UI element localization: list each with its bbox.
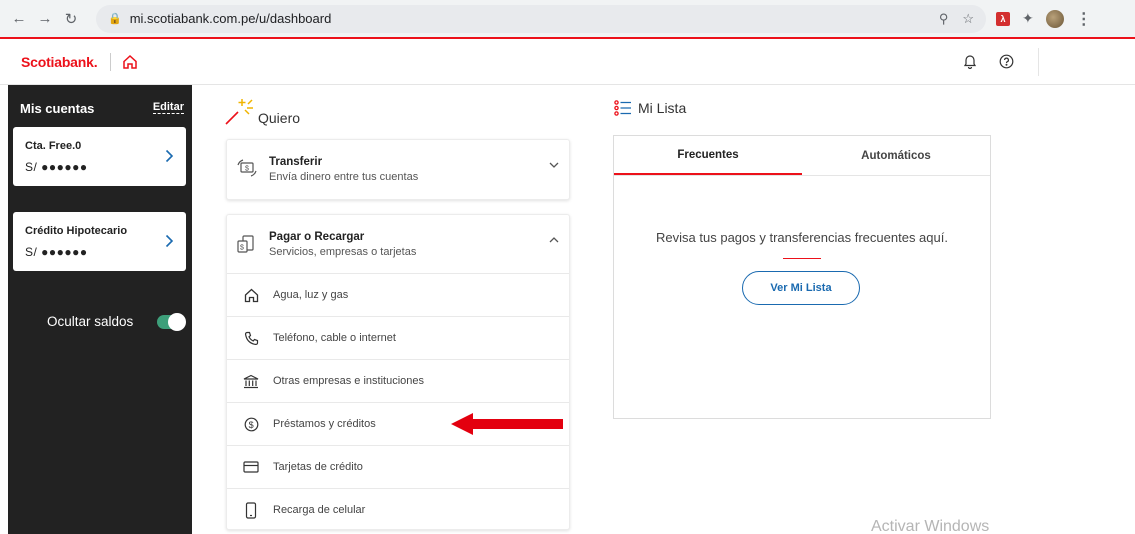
option-label: Teléfono, cable o internet [273,332,396,344]
transfer-money-icon: $ [237,159,261,177]
mi-lista-heading: Mi Lista [614,100,686,116]
hide-balances-row: Ocultar saldos [47,312,187,331]
svg-text:$: $ [240,245,244,252]
sparkle-wand-icon [225,99,253,125]
mi-lista-tabs: Frecuentes Automáticos [614,136,990,176]
mi-lista-card: Frecuentes Automáticos Revisa tus pagos … [613,135,991,419]
mi-lista-title: Mi Lista [638,100,687,116]
account-name: Crédito Hipotecario [25,225,128,237]
mi-lista-empty-message: Revisa tus pagos y transferencias frecue… [656,230,948,245]
more-menu-icon[interactable]: ⋮ [1076,9,1092,29]
quiero-title: Quiero [258,110,301,126]
accounts-sidebar: Mis cuentas Editar Cta. Free.0 S/ ●●●●●●… [8,85,192,534]
option-otras-empresas[interactable]: Otras empresas e instituciones [227,359,569,402]
account-card[interactable]: Cta. Free.0 S/ ●●●●●● [13,127,186,186]
mobile-phone-icon [243,501,259,519]
list-icon [614,100,631,116]
back-icon[interactable]: ← [8,8,30,30]
chevron-right-icon [165,234,174,253]
scotiabank-logo[interactable]: Scotiabank. [21,54,98,70]
tab-automaticos[interactable]: Automáticos [802,136,990,175]
option-agua-luz-gas[interactable]: Agua, luz y gas [227,273,569,316]
chevron-up-icon[interactable] [549,237,559,243]
lock-icon: 🔒 [108,13,122,25]
home-icon [243,288,259,303]
chevron-down-icon[interactable] [549,162,559,168]
ver-mi-lista-button[interactable]: Ver Mi Lista [742,271,860,305]
bookmark-star-icon[interactable]: ☆ [962,11,974,27]
option-telefono-cable-internet[interactable]: Teléfono, cable o internet [227,316,569,359]
forward-icon[interactable]: → [34,8,56,30]
option-label: Préstamos y créditos [273,418,376,430]
chevron-right-icon [165,149,174,168]
pdf-extension-icon[interactable]: λ [996,11,1010,26]
credit-card-icon [243,461,259,473]
zoom-icon[interactable]: ⚲ [939,11,949,27]
pagar-recargar-card: $ Pagar o Recargar Servicios, empresas o… [226,214,570,530]
account-card[interactable]: Crédito Hipotecario S/ ●●●●●● [13,212,186,271]
dollar-coin-icon: $ [243,417,259,432]
option-label: Tarjetas de crédito [273,461,363,473]
browser-toolbar: ← → ↻ 🔒 mi.scotiabank.com.pe/u/dashboard… [0,0,1135,37]
institution-icon [243,374,259,389]
hide-balances-label: Ocultar saldos [47,314,134,329]
app-header: Scotiabank. [0,37,1135,85]
phone-icon [243,331,259,346]
annotation-arrow-icon [451,413,563,435]
account-balance: S/ ●●●●●● [25,160,88,174]
svg-text:$: $ [245,166,249,173]
quiero-heading: Quiero [224,96,300,126]
help-icon[interactable] [999,54,1014,69]
transferir-title: Transferir [269,156,323,168]
windows-activation-watermark: Activar Windows [871,518,990,534]
address-bar[interactable]: 🔒 mi.scotiabank.com.pe/u/dashboard ⚲ ☆ [96,4,986,33]
url-text: mi.scotiabank.com.pe/u/dashboard [129,11,332,26]
hide-balances-toggle[interactable] [157,312,187,331]
option-recarga-celular[interactable]: Recarga de celular [227,488,569,531]
sidebar-title: Mis cuentas [20,101,95,116]
profile-avatar[interactable] [1045,9,1064,28]
account-name: Cta. Free.0 [25,140,82,152]
option-label: Recarga de celular [273,504,366,516]
extensions-icon[interactable]: ✦ [1022,10,1034,27]
reload-icon[interactable]: ↻ [60,8,82,30]
header-divider [110,52,112,71]
transferir-card[interactable]: $ Transferir Envía dinero entre tus cuen… [226,139,570,200]
option-label: Otras empresas e instituciones [273,375,425,387]
tab-frecuentes[interactable]: Frecuentes [614,136,802,175]
header-divider-right [1038,47,1039,76]
divider-accent [783,258,821,259]
transferir-subtitle: Envía dinero entre tus cuentas [269,171,419,183]
option-tarjetas-credito[interactable]: Tarjetas de crédito [227,445,569,488]
home-icon[interactable] [122,54,138,70]
bell-icon[interactable] [963,54,977,69]
svg-text:$: $ [248,420,253,430]
pay-bill-icon: $ [237,234,261,254]
pagar-recargar-subtitle: Servicios, empresas o tarjetas [269,246,417,258]
option-label: Agua, luz y gas [273,289,349,301]
pagar-recargar-title: Pagar o Recargar [269,231,365,243]
account-balance: S/ ●●●●●● [25,245,88,259]
pagar-recargar-header[interactable]: $ Pagar o Recargar Servicios, empresas o… [227,215,569,273]
edit-link[interactable]: Editar [152,101,184,114]
